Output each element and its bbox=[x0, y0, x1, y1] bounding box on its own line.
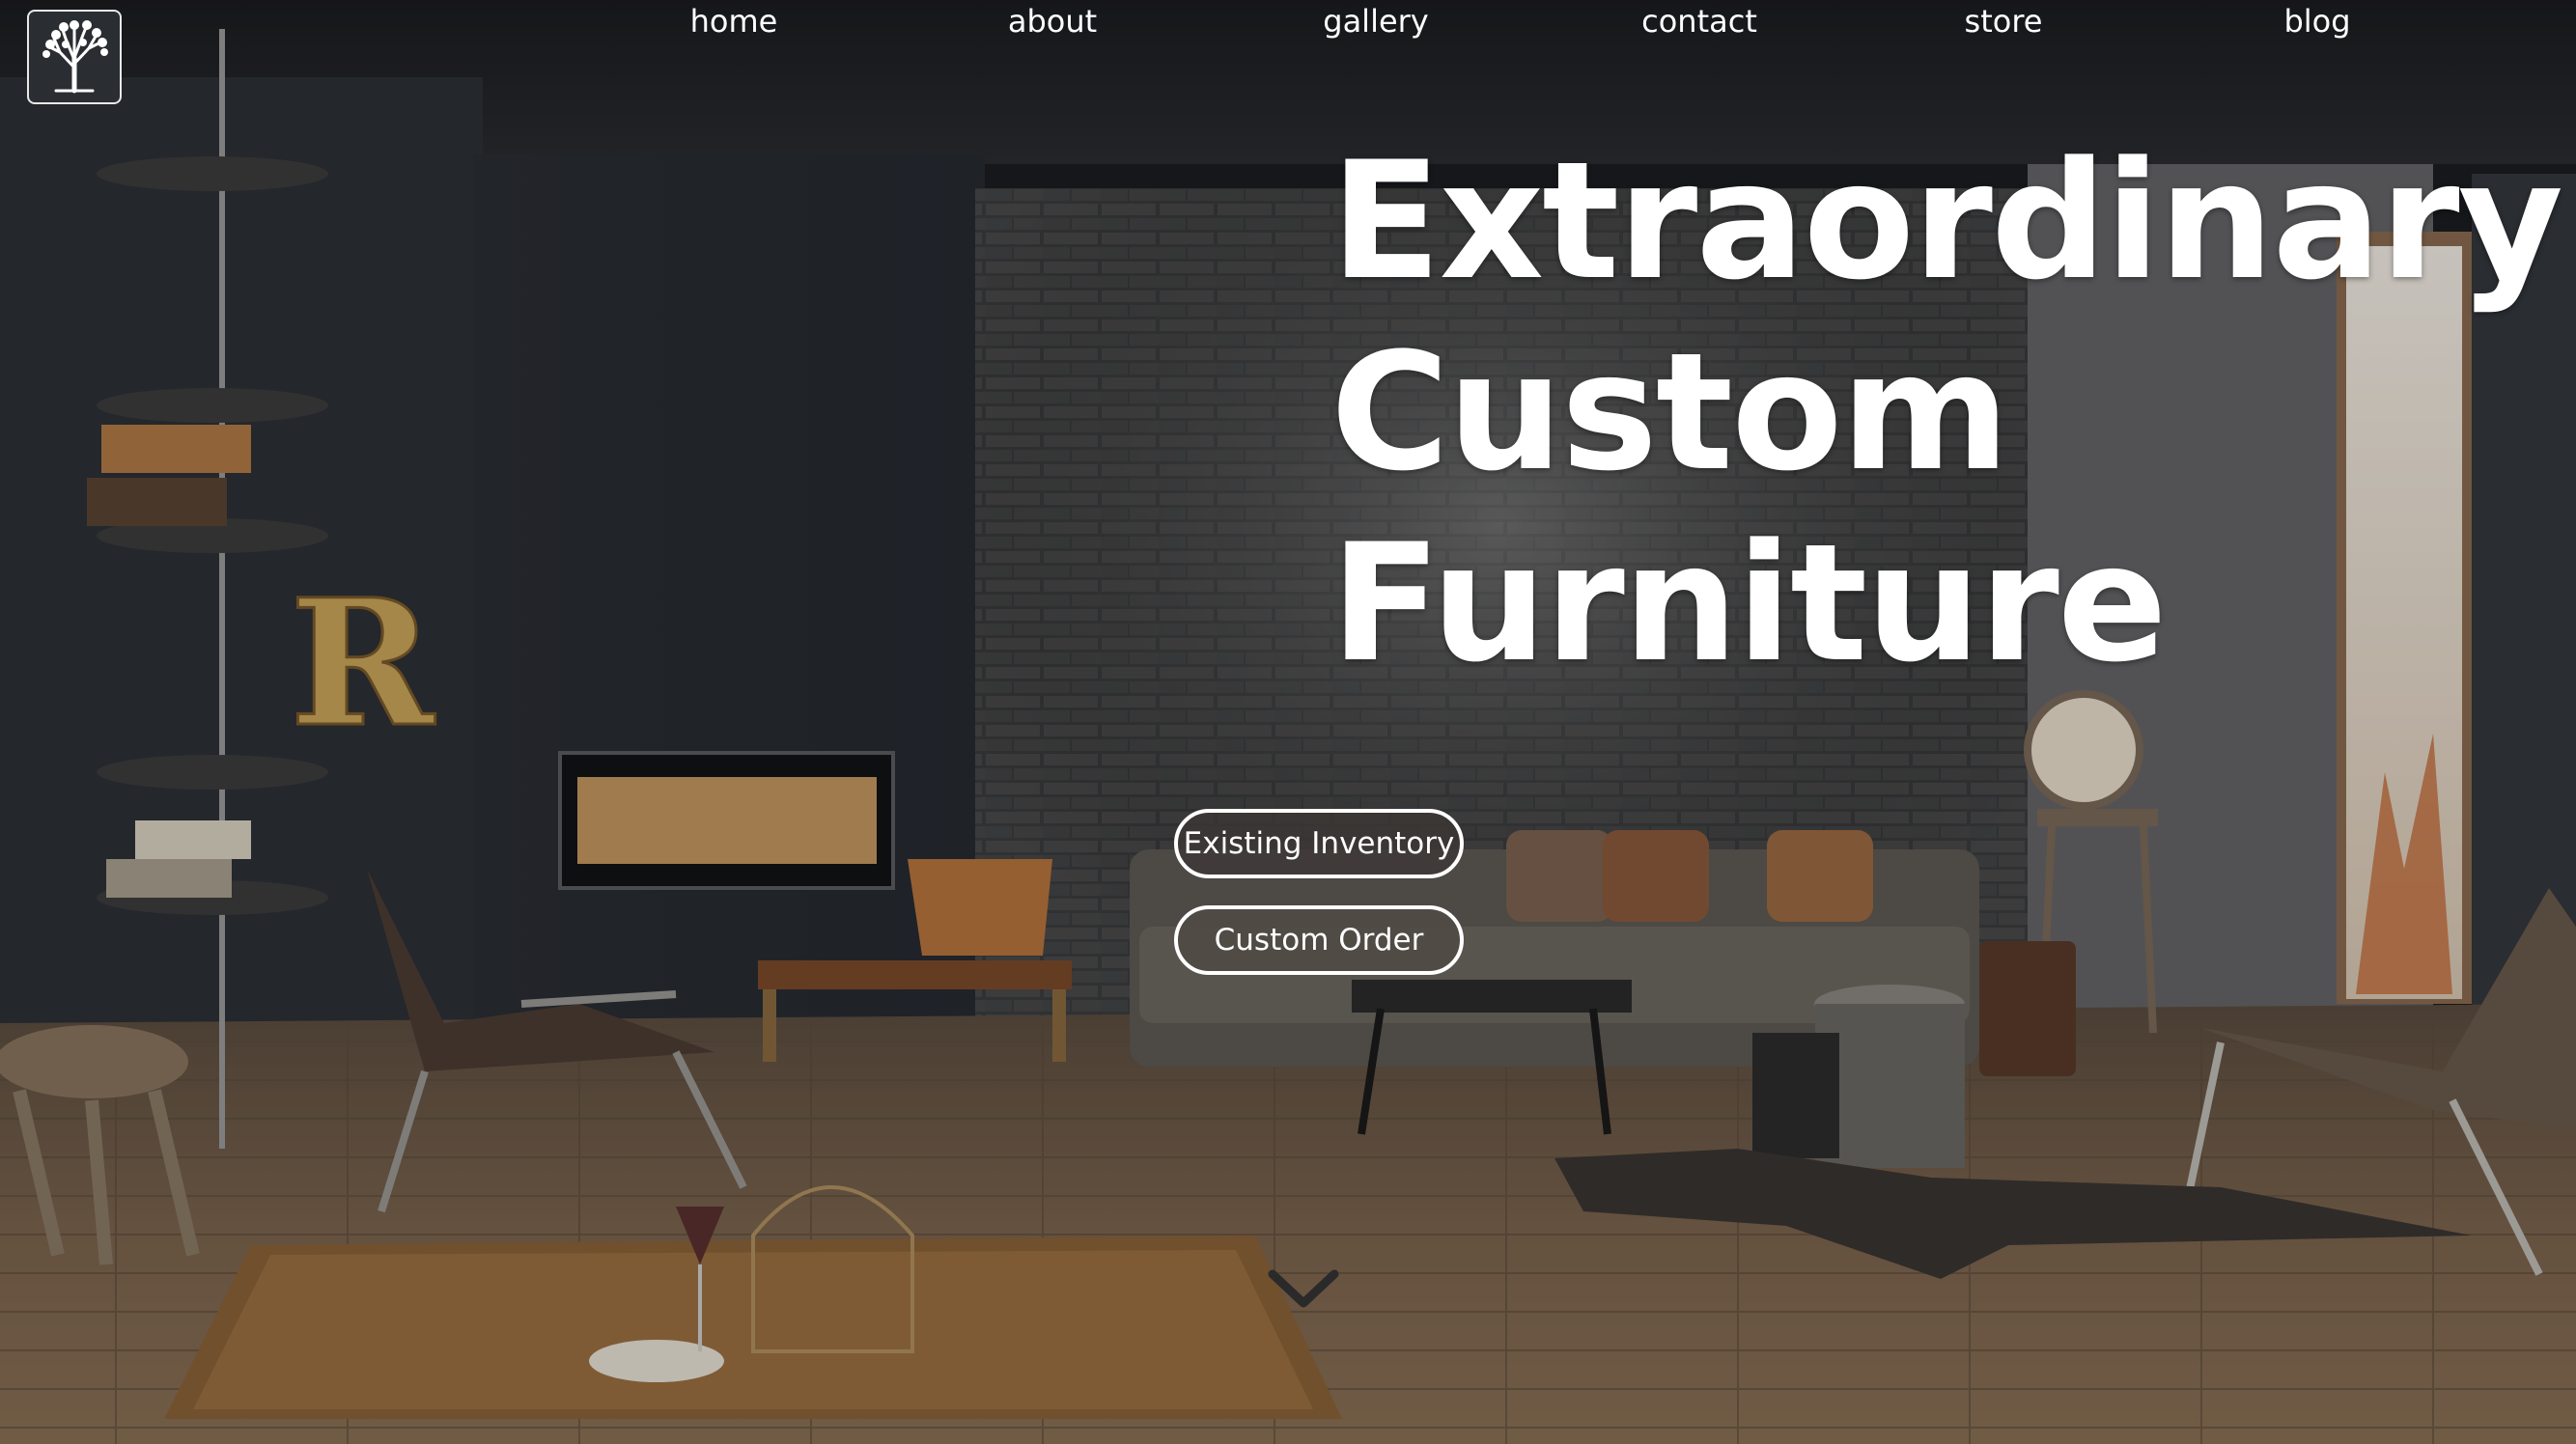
nav-item-contact[interactable]: contact bbox=[1632, 0, 1767, 42]
hero-title-line: Furniture bbox=[1330, 509, 2168, 698]
nav-item-about[interactable]: about bbox=[994, 0, 1110, 42]
nav-item-home[interactable]: home bbox=[676, 0, 792, 42]
custom-order-button[interactable]: Custom Order bbox=[1174, 905, 1464, 975]
nav-item-gallery[interactable]: gallery bbox=[1318, 0, 1434, 42]
hero-title-line: Extraordinary bbox=[1330, 126, 2563, 316]
hero-title-line: Custom bbox=[1330, 318, 2010, 507]
main-nav: home about gallery contact store blog bbox=[0, 0, 2576, 48]
nav-item-store[interactable]: store bbox=[1946, 0, 2061, 42]
chevron-down-icon bbox=[1268, 1269, 1339, 1308]
scroll-down-button[interactable] bbox=[1265, 1264, 1342, 1313]
nav-item-blog[interactable]: blog bbox=[2259, 0, 2375, 42]
existing-inventory-button[interactable]: Existing Inventory bbox=[1174, 809, 1464, 878]
hero-title: Extraordinary Custom Furniture bbox=[1330, 125, 2563, 699]
